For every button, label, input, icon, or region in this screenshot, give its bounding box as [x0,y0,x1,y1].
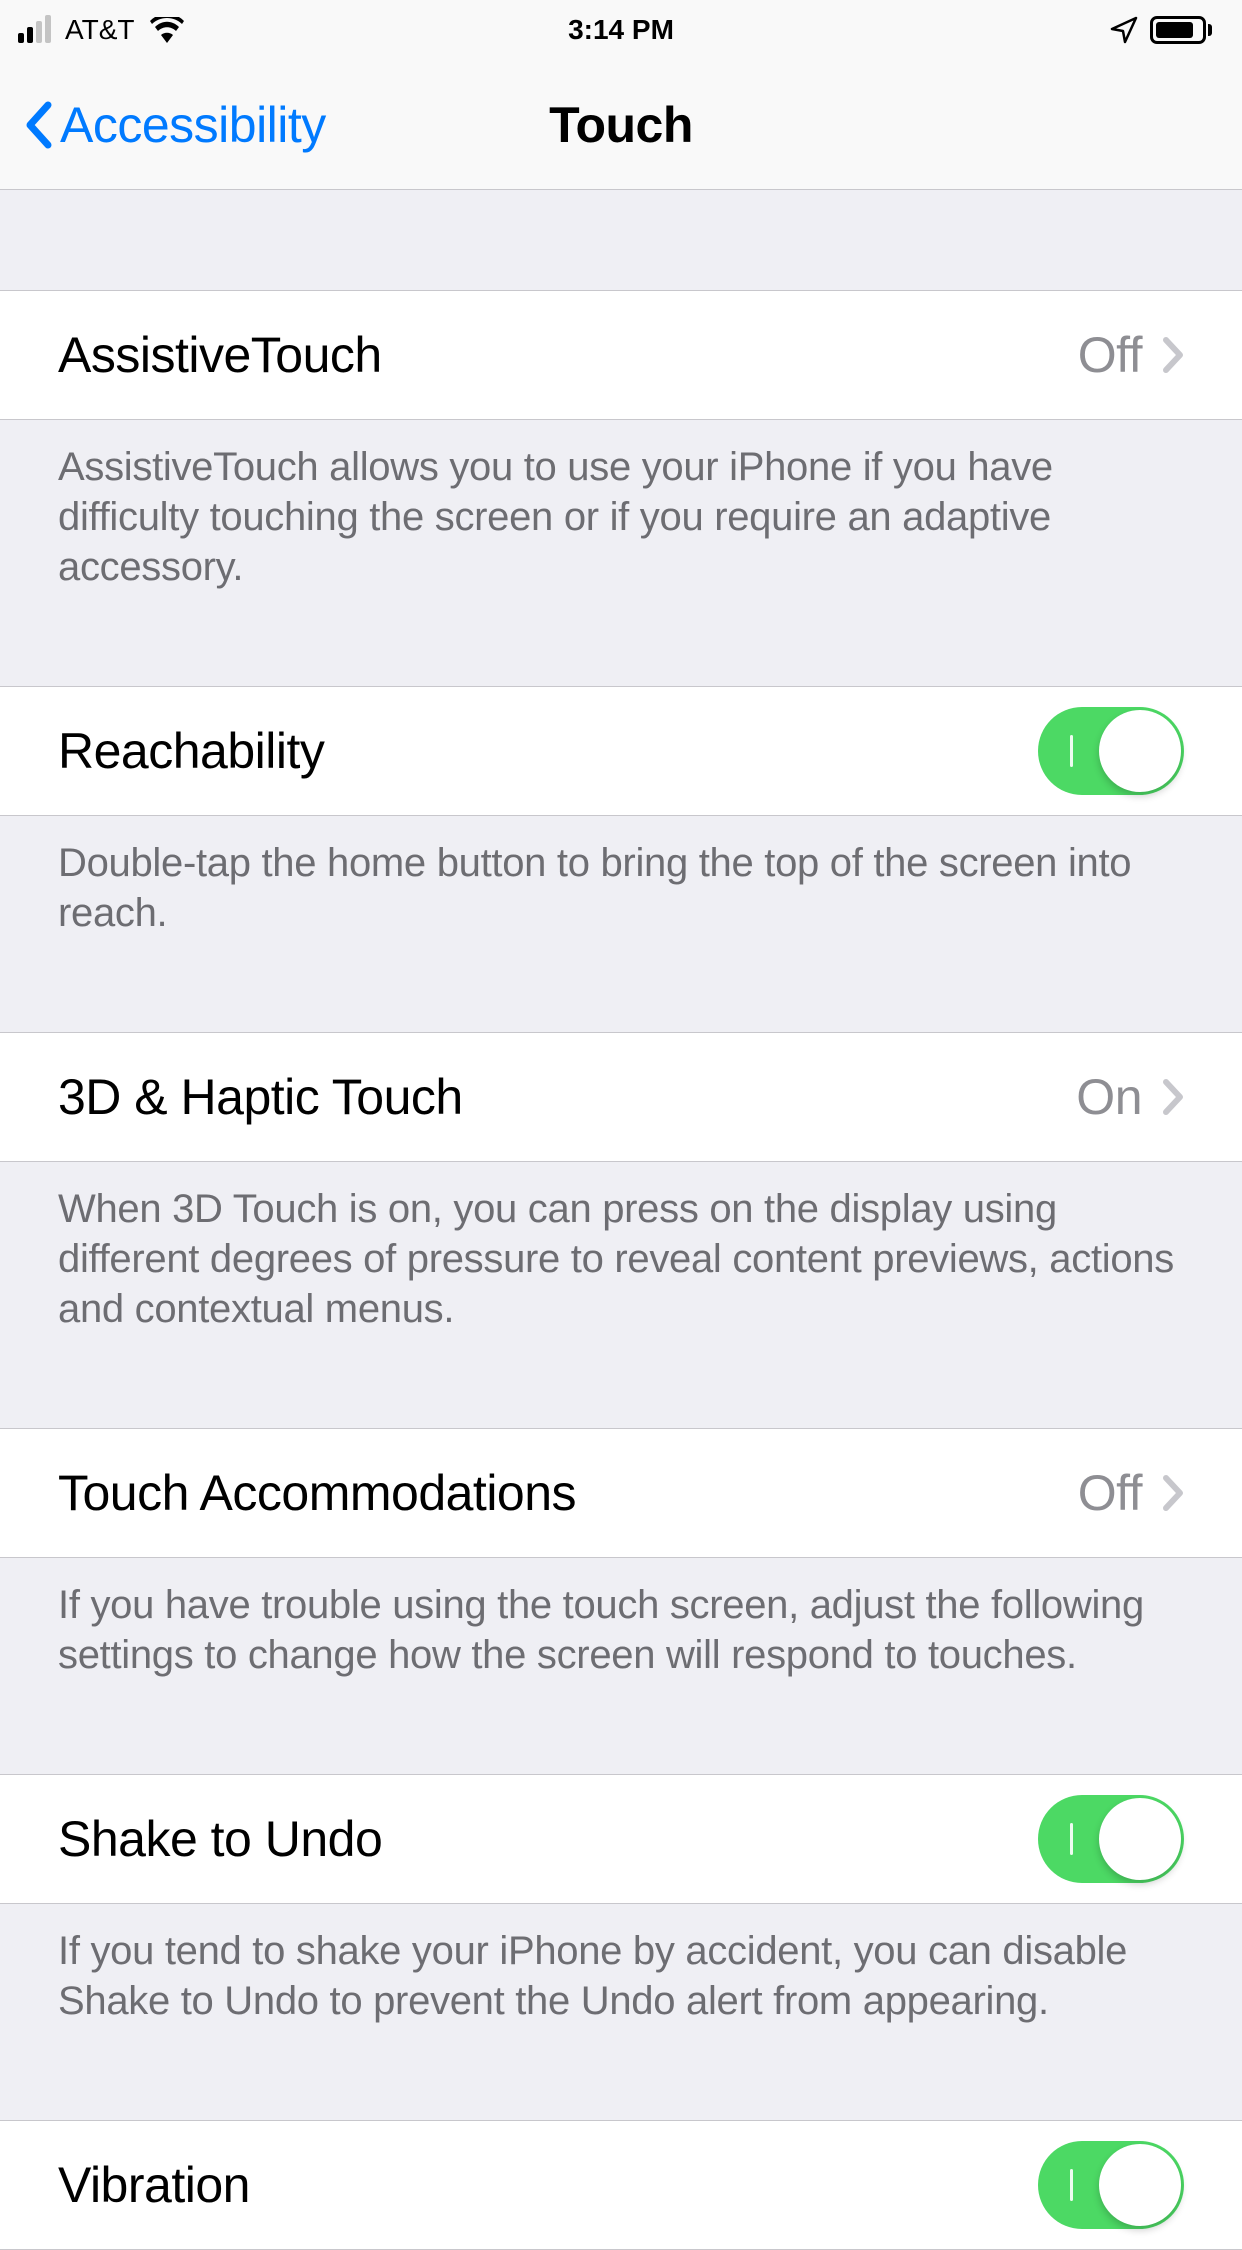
cell-label: Vibration [58,2156,250,2214]
cell-value: Off [1078,1464,1142,1522]
wifi-icon [150,17,184,43]
cell-label: Reachability [58,722,324,780]
cell-value: Off [1078,326,1142,384]
back-label: Accessibility [60,96,326,154]
cell-label: Touch Accommodations [58,1464,576,1522]
carrier-label: AT&T [65,14,134,46]
settings-list: AssistiveTouch Off AssistiveTouch allows… [0,190,1242,2250]
cell-touch-accommodations[interactable]: Touch Accommodations Off [0,1428,1242,1558]
cell-shake-to-undo: Shake to Undo [0,1774,1242,1904]
chevron-left-icon [24,101,52,149]
cell-footer: Double-tap the home button to bring the … [0,816,1242,938]
cell-haptic-touch[interactable]: 3D & Haptic Touch On [0,1032,1242,1162]
chevron-right-icon [1162,336,1184,374]
status-bar: AT&T 3:14 PM [0,0,1242,60]
cell-footer: AssistiveTouch allows you to use your iP… [0,420,1242,592]
cell-footer: When 3D Touch is on, you can press on th… [0,1162,1242,1334]
battery-icon [1150,16,1212,44]
cell-label: 3D & Haptic Touch [58,1068,463,1126]
toggle-reachability[interactable] [1038,707,1184,795]
nav-bar: Accessibility Touch [0,60,1242,190]
toggle-shake-to-undo[interactable] [1038,1795,1184,1883]
cell-footer: If you tend to shake your iPhone by acci… [0,1904,1242,2026]
back-button[interactable]: Accessibility [24,96,326,154]
status-left: AT&T [18,14,184,46]
page-title: Touch [549,96,693,154]
cell-footer: If you have trouble using the touch scre… [0,1558,1242,1680]
toggle-vibration[interactable] [1038,2141,1184,2229]
chevron-right-icon [1162,1474,1184,1512]
status-right [1110,16,1212,44]
cell-label: AssistiveTouch [58,326,382,384]
chevron-right-icon [1162,1078,1184,1116]
status-time: 3:14 PM [568,14,674,46]
cell-value: On [1076,1068,1142,1126]
cell-assistive-touch[interactable]: AssistiveTouch Off [0,290,1242,420]
cell-label: Shake to Undo [58,1810,382,1868]
cell-vibration: Vibration [0,2120,1242,2250]
location-icon [1110,16,1138,44]
cell-reachability: Reachability [0,686,1242,816]
signal-strength-icon [18,17,51,43]
